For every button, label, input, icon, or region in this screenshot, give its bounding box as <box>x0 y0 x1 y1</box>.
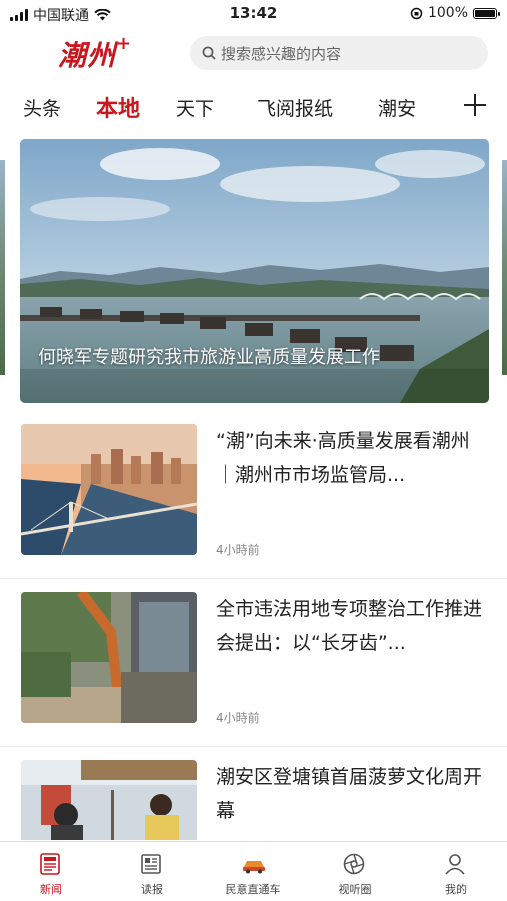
news-title: 全市违法用地专项整治工作推进会提出：以“长牙齿”... <box>216 598 483 654</box>
orientation-lock-icon <box>410 7 423 19</box>
nav-public-opinion[interactable]: 民意直通车 <box>203 842 303 901</box>
tab-chaoan[interactable]: 潮安 <box>378 94 416 121</box>
news-time: 4小時前 <box>216 711 260 725</box>
nav-news[interactable]: 新闻 <box>1 842 101 901</box>
nav-label: 民意直通车 <box>225 883 281 896</box>
hero-slide[interactable]: 何晓军专题研究我市旅游业高质量发展工作 <box>20 139 489 403</box>
news-item[interactable]: 潮安区登塘镇首届菠萝文化周开幕 <box>0 760 507 840</box>
carousel-prev-peek[interactable] <box>0 160 5 375</box>
nav-profile[interactable]: 我的 <box>406 842 506 901</box>
news-thumbnail <box>21 592 197 723</box>
battery-percent: 100% <box>427 5 468 21</box>
search-icon <box>202 46 216 60</box>
tab-headlines[interactable]: 头条 <box>23 94 61 121</box>
app-header: 潮州+ 搜索感兴趣的内容 <box>0 30 507 78</box>
carousel-next-peek[interactable] <box>502 160 507 375</box>
festival-image <box>21 760 197 840</box>
nav-label: 读报 <box>141 883 163 896</box>
nav-label: 我的 <box>445 883 467 896</box>
nav-label: 视听圈 <box>338 883 372 896</box>
news-thumbnail <box>21 760 197 840</box>
excavator-image <box>21 592 197 723</box>
divider <box>0 746 507 747</box>
logo-text: 潮州 <box>58 39 117 72</box>
news-thumbnail <box>21 424 197 555</box>
add-channel-button[interactable] <box>450 82 507 130</box>
divider <box>0 578 507 579</box>
city-bridge-image <box>21 424 197 555</box>
news-title: 潮安区登塘镇首届菠萝文化周开幕 <box>216 766 483 822</box>
search-input[interactable]: 搜索感兴趣的内容 <box>190 36 488 70</box>
nav-label: 新闻 <box>40 883 62 896</box>
car-icon <box>243 861 265 874</box>
channel-tabs: 头条 本地 天下 飞阅报纸 潮安 <box>0 82 507 130</box>
tab-newspaper[interactable]: 飞阅报纸 <box>257 94 333 121</box>
bottom-nav: 新闻 读报 民意直通车 视听圈 我的 <box>0 841 507 901</box>
logo-plus: + <box>116 32 133 54</box>
plus-icon <box>464 94 486 116</box>
battery-icon <box>473 7 500 19</box>
status-right: 100% <box>410 5 500 21</box>
tab-local[interactable]: 本地 <box>96 91 140 123</box>
aperture-icon <box>343 853 365 875</box>
news-item[interactable]: 全市违法用地专项整治工作推进会提出：以“长牙齿”... 4小時前 <box>0 592 507 752</box>
search-placeholder: 搜索感兴趣的内容 <box>221 44 342 63</box>
paper-icon <box>141 854 161 874</box>
newspaper-icon <box>40 853 60 875</box>
app-logo[interactable]: 潮州+ <box>58 32 133 74</box>
tab-world[interactable]: 天下 <box>176 94 214 121</box>
hero-caption: 何晓军专题研究我市旅游业高质量发展工作 <box>38 347 380 368</box>
news-time: 4小時前 <box>216 543 260 557</box>
user-icon <box>445 854 465 875</box>
news-title: “潮”向未来·高质量发展看潮州｜潮州市市场监管局... <box>216 430 470 486</box>
nav-read-paper[interactable]: 读报 <box>102 842 202 901</box>
nav-media[interactable]: 视听圈 <box>305 842 405 901</box>
status-bar: 中国联通 13:42 100% <box>0 0 507 28</box>
news-item[interactable]: “潮”向未来·高质量发展看潮州｜潮州市市场监管局... 4小時前 <box>0 424 507 584</box>
